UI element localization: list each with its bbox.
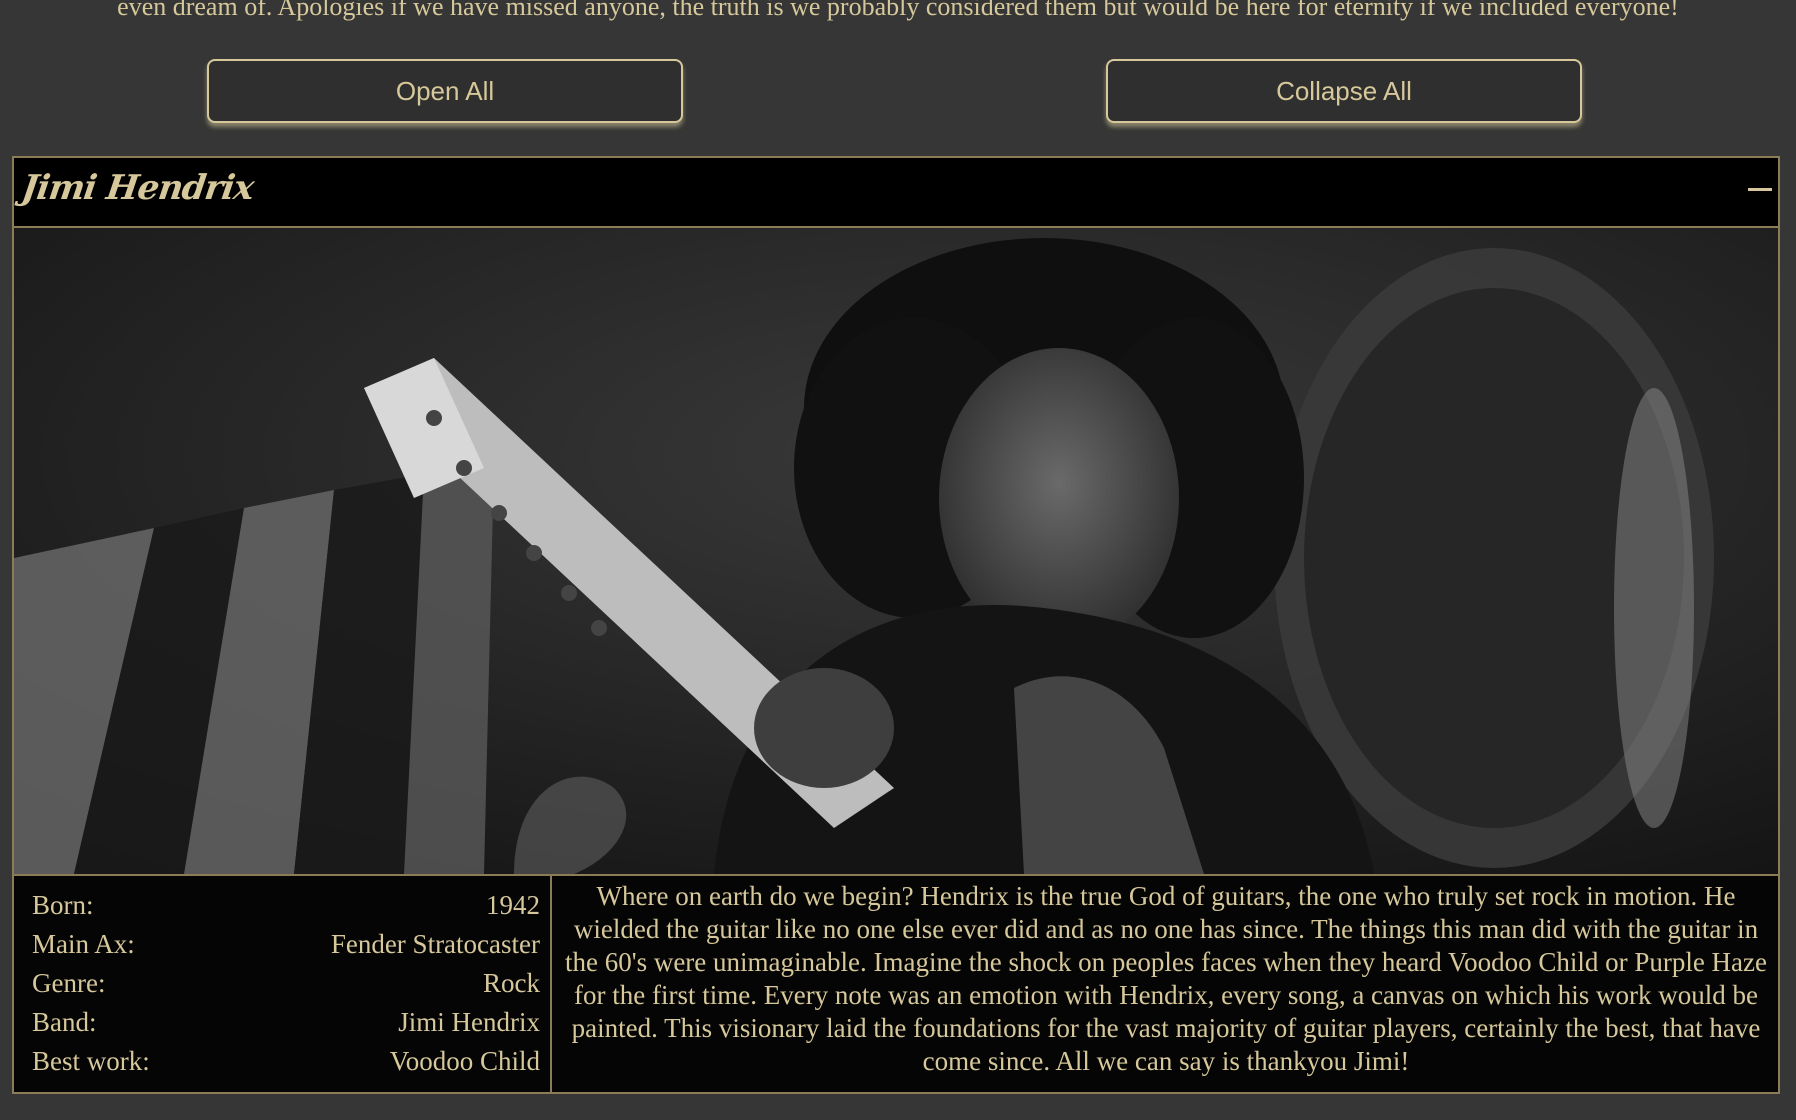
open-all-button[interactable]: Open All <box>207 59 683 123</box>
stat-row-born: Born: 1942 <box>32 886 540 925</box>
stat-value: Fender Stratocaster <box>330 929 540 959</box>
stat-value: Voodoo Child <box>389 1046 540 1076</box>
collapse-all-button[interactable]: Collapse All <box>1106 59 1582 123</box>
panel-title: Jimi Hendrix <box>19 168 256 208</box>
stat-label: Best work: <box>32 1046 150 1076</box>
stat-row-band: Band: Jimi Hendrix <box>32 1003 540 1042</box>
stat-label: Born: <box>32 890 94 920</box>
musician-info: Born: 1942 Main Ax: Fender Stratocaster … <box>14 876 1778 1092</box>
stat-label: Genre: <box>32 968 106 998</box>
stat-row-main-ax: Main Ax: Fender Stratocaster <box>32 925 540 964</box>
musician-description: Where on earth do we begin? Hendrix is t… <box>564 881 1768 1076</box>
stat-label: Band: <box>32 1007 97 1037</box>
intro-text: even dream of. Apologies if we have miss… <box>117 0 1679 21</box>
stat-label: Main Ax: <box>32 929 135 959</box>
stat-row-best-work: Best work: Voodoo Child <box>32 1042 540 1081</box>
musician-panel: Jimi Hendrix Born: 1942 Main Ax: Fender … <box>12 156 1780 1094</box>
stat-value: Rock <box>483 968 540 998</box>
musician-photo <box>14 228 1778 876</box>
minus-icon <box>1748 188 1772 191</box>
collapse-toggle[interactable] <box>1742 172 1778 208</box>
panel-header[interactable]: Jimi Hendrix <box>14 158 1778 228</box>
stats-list: Born: 1942 Main Ax: Fender Stratocaster … <box>14 876 552 1092</box>
stat-value: 1942 <box>486 890 540 920</box>
stat-value: Jimi Hendrix <box>398 1007 540 1037</box>
stat-row-genre: Genre: Rock <box>32 964 540 1003</box>
